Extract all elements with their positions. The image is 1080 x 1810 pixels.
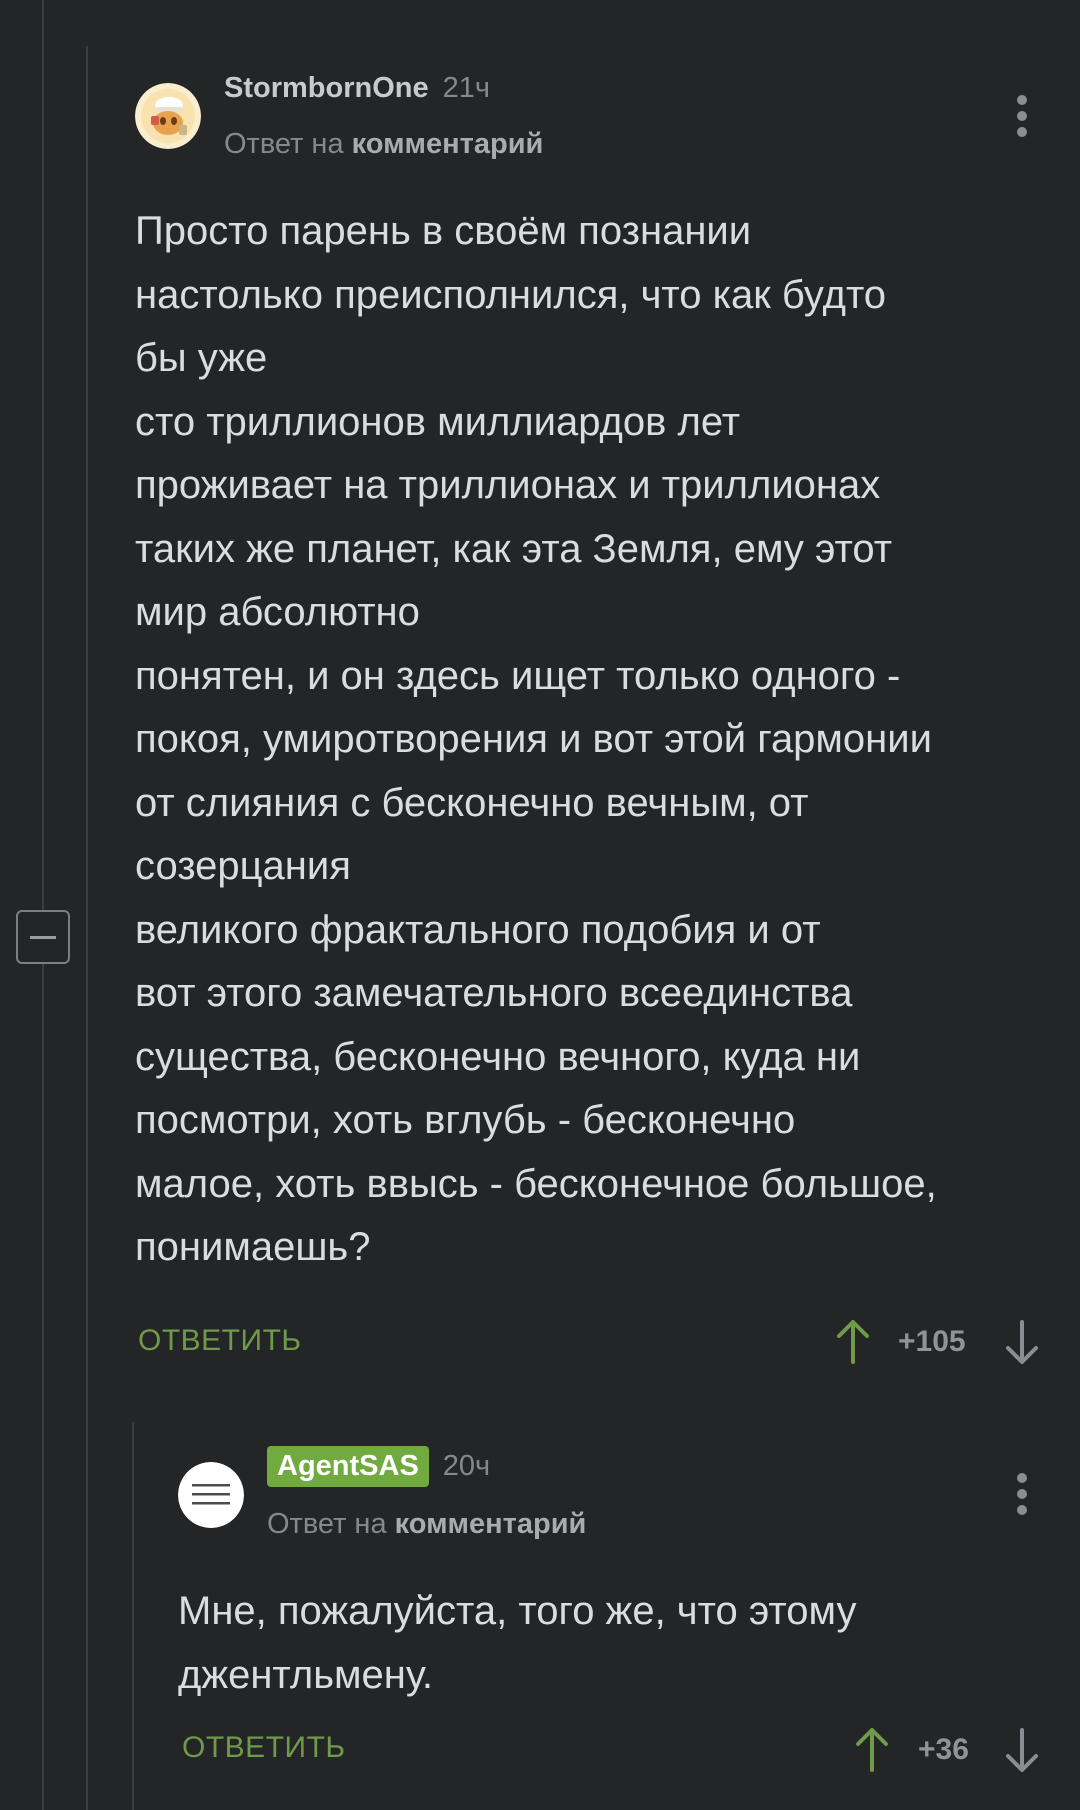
downvote-button[interactable] — [1002, 1726, 1042, 1779]
comment-line: малое, хоть ввысь - бесконечное большое, — [135, 1161, 937, 1206]
reply-to-link[interactable]: комментарий — [395, 1508, 587, 1540]
comment-line: понимаешь? — [135, 1225, 371, 1269]
comment-line: сто триллионов миллиардов лет — [135, 399, 741, 444]
reply-to-link[interactable]: комментарий — [352, 128, 544, 160]
comment-line: от слияния с бесконечно вечным, от — [135, 780, 809, 825]
thread-line-level-1 — [86, 46, 88, 1810]
comment-line: вот этого замечательного всеединства — [135, 971, 853, 1015]
avatar[interactable] — [135, 83, 201, 149]
avatar[interactable] — [178, 1462, 244, 1528]
comment-line: проживает на триллионах и триллионах — [135, 463, 881, 507]
thread-line-outer — [42, 0, 44, 1810]
arrow-up-icon — [837, 1320, 869, 1364]
upvote-button[interactable] — [852, 1726, 892, 1779]
comment-line: созерцания — [135, 844, 351, 888]
comment-time: 21ч — [442, 72, 490, 104]
reply-to-line: Ответ на комментарий — [224, 128, 543, 161]
comment-line: бы уже — [135, 336, 268, 380]
comment-header: StormbornOne 21ч — [224, 72, 490, 105]
comment-header: AgentSAS 20ч — [267, 1446, 490, 1487]
arrow-up-icon — [856, 1728, 888, 1772]
comment-score: +36 — [918, 1733, 969, 1766]
thread-line-level-2 — [132, 1422, 134, 1810]
comment-line: Просто парень в своём познании — [135, 209, 752, 253]
reply-to-prefix: Ответ на — [224, 128, 344, 160]
comment-line: понятен, и он здесь ищет только одного - — [135, 653, 901, 698]
author-name[interactable]: StormbornOne — [224, 72, 429, 105]
comment-line: существа, бесконечно вечного, куда ни — [135, 1034, 861, 1079]
downvote-button[interactable] — [1002, 1318, 1042, 1371]
comment-line: таких же планет, как эта Земля, ему этот — [135, 526, 893, 571]
comment-score: +105 — [898, 1325, 966, 1358]
reply-button[interactable]: ОТВЕТИТЬ — [138, 1324, 302, 1358]
comment-body: Мне, пожалуйста, того же, что этому джен… — [178, 1580, 856, 1707]
minus-icon — [30, 936, 56, 939]
collapse-thread-button[interactable] — [16, 910, 70, 964]
comment-line: джентльмену. — [178, 1652, 433, 1697]
more-vertical-icon[interactable] — [1015, 1473, 1029, 1515]
reply-to-prefix: Ответ на — [267, 1508, 387, 1540]
arrow-down-icon — [1006, 1728, 1038, 1772]
comment-line: покоя, умиротворения и вот этой гармонии — [135, 717, 932, 761]
reply-button[interactable]: ОТВЕТИТЬ — [182, 1731, 346, 1765]
comment-body: Просто парень в своём познании настолько… — [135, 200, 937, 1280]
comment-line: великого фрактального подобия и от — [135, 907, 821, 952]
more-vertical-icon[interactable] — [1015, 95, 1029, 137]
comment-line: мир абсолютно — [135, 590, 420, 634]
arrow-down-icon — [1006, 1320, 1038, 1364]
upvote-button[interactable] — [833, 1318, 873, 1371]
comment-line: настолько преисполнился, что как будто — [135, 272, 887, 317]
comment-line: Мне, пожалуйста, того же, что этому — [178, 1589, 857, 1633]
avatar-image — [178, 1462, 244, 1528]
author-name[interactable]: AgentSAS — [267, 1446, 429, 1487]
comment-time: 20ч — [442, 1450, 491, 1482]
comment-line: посмотри, хоть вглубь - бесконечно — [135, 1098, 796, 1142]
reply-to-line: Ответ на комментарий — [267, 1508, 586, 1541]
avatar-image — [135, 83, 201, 149]
